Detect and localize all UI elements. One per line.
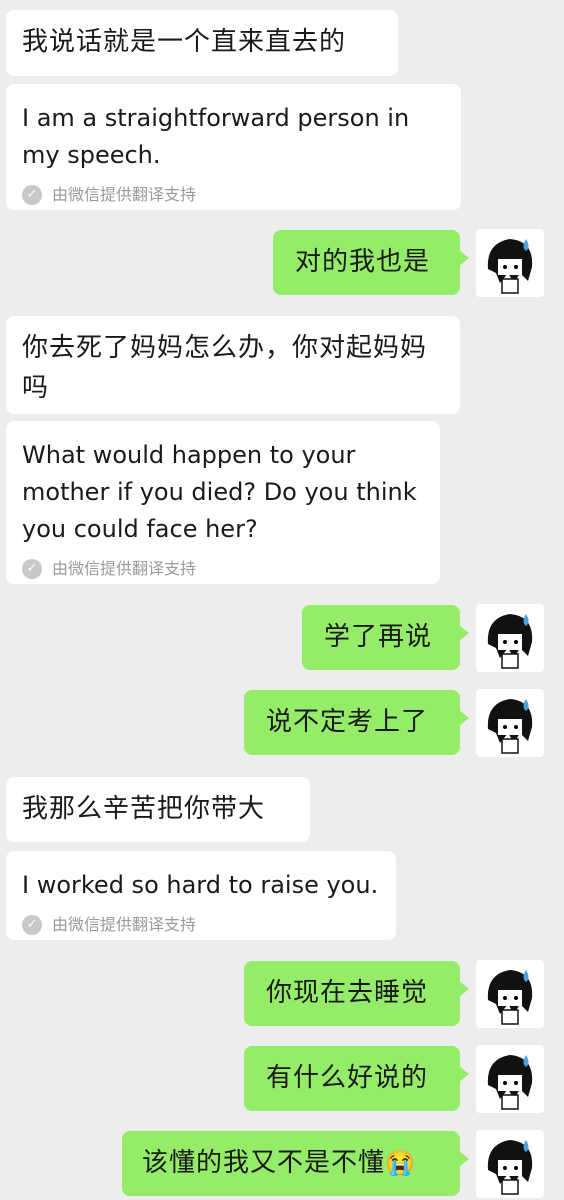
- anime-avatar-icon: [487, 1055, 533, 1110]
- message-text: 我说话就是一个直来直去的: [22, 27, 347, 57]
- message-text: 你现在去睡觉: [266, 978, 429, 1008]
- avatar[interactable]: [476, 689, 544, 757]
- message-bubble-outgoing[interactable]: 说不定考上了: [244, 690, 469, 755]
- translation-note: ✓ 由微信提供翻译支持: [22, 550, 424, 587]
- check-circle-icon: ✓: [22, 558, 42, 579]
- anime-avatar-icon: [487, 239, 533, 294]
- message-text: 说不定考上了: [266, 707, 429, 737]
- message-text: 你去死了妈妈怎么办，你对起妈妈吗: [22, 333, 428, 403]
- message-bubble-outgoing[interactable]: 你现在去睡觉: [244, 961, 469, 1026]
- message-bubble-outgoing[interactable]: 对的我也是: [273, 230, 469, 295]
- message-bubble-incoming[interactable]: 你去死了妈妈怎么办，你对起妈妈吗: [6, 316, 460, 414]
- translation-note: ✓ 由微信提供翻译支持: [22, 906, 380, 943]
- anime-avatar-icon: [487, 699, 533, 754]
- translation-text: What would happen to your mother if you …: [22, 441, 417, 543]
- avatar[interactable]: [476, 229, 544, 297]
- check-circle-icon: ✓: [22, 184, 42, 205]
- anime-avatar-icon: [487, 614, 533, 669]
- translation-note-text: 由微信提供翻译支持: [52, 915, 197, 934]
- translation-bubble[interactable]: What would happen to your mother if you …: [6, 421, 440, 584]
- message-text: 有什么好说的: [266, 1063, 429, 1093]
- message-bubble-incoming[interactable]: 我那么辛苦把你带大: [6, 777, 310, 842]
- anime-avatar-icon: [487, 1140, 533, 1195]
- translation-bubble[interactable]: I am a straightforward person in my spee…: [6, 84, 461, 210]
- translation-bubble[interactable]: I worked so hard to raise you. ✓ 由微信提供翻译…: [6, 851, 396, 940]
- message-bubble-outgoing[interactable]: 学了再说: [302, 605, 469, 670]
- avatar[interactable]: [476, 604, 544, 672]
- translation-text: I am a straightforward person in my spee…: [22, 104, 410, 169]
- check-circle-icon: ✓: [22, 914, 42, 935]
- avatar[interactable]: [476, 960, 544, 1028]
- avatar[interactable]: [476, 1045, 544, 1113]
- message-text: 该懂的我又不是不懂: [142, 1148, 386, 1178]
- avatar[interactable]: [476, 1130, 544, 1198]
- anime-avatar-icon: [487, 970, 533, 1025]
- message-bubble-outgoing[interactable]: 该懂的我又不是不懂😭: [122, 1131, 469, 1196]
- message-text: 对的我也是: [295, 247, 431, 277]
- translation-note: ✓ 由微信提供翻译支持: [22, 176, 445, 213]
- crying-emoji-icon: 😭: [385, 1149, 416, 1177]
- message-bubble-outgoing[interactable]: 有什么好说的: [244, 1046, 469, 1111]
- translation-note-text: 由微信提供翻译支持: [52, 559, 197, 578]
- message-text: 学了再说: [324, 622, 433, 652]
- message-bubble-incoming[interactable]: 我说话就是一个直来直去的: [6, 10, 398, 76]
- message-text: 我那么辛苦把你带大: [22, 794, 266, 824]
- translation-text: I worked so hard to raise you.: [22, 871, 379, 899]
- translation-note-text: 由微信提供翻译支持: [52, 185, 197, 204]
